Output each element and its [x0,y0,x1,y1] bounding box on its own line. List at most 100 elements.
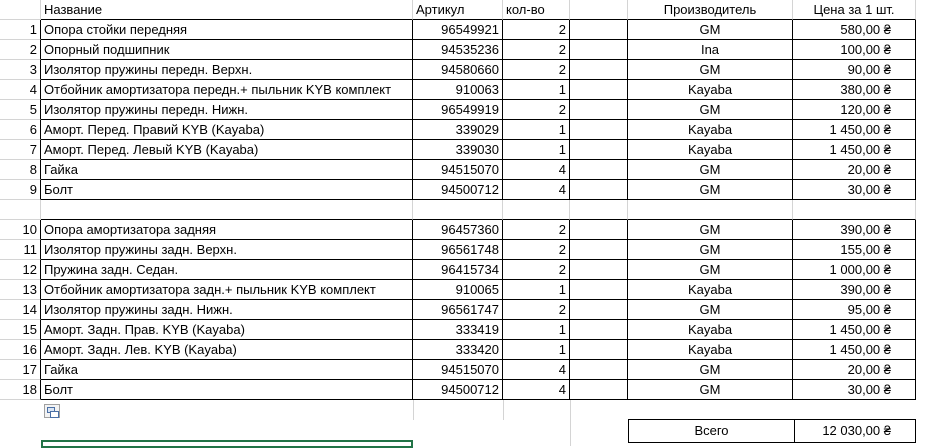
item-price[interactable]: 390,00 ₴ [793,220,916,240]
item-name[interactable]: Изолятор пружины задн. Нижн. [41,300,413,320]
empty-cell[interactable] [41,200,413,220]
item-manufacturer[interactable]: GM [628,380,793,400]
item-article[interactable]: 333420 [413,340,503,360]
empty-cell[interactable] [570,320,628,340]
row-number[interactable]: 11 [0,240,41,260]
item-qty[interactable]: 2 [503,240,570,260]
header-article[interactable]: Артикул [413,0,503,20]
item-article[interactable]: 96561748 [413,240,503,260]
empty-cell[interactable] [570,340,628,360]
item-manufacturer[interactable]: Kayaba [628,80,793,100]
item-qty[interactable]: 1 [503,80,570,100]
empty-cell[interactable] [570,200,628,220]
header-manufacturer[interactable]: Производитель [628,0,793,20]
item-manufacturer[interactable]: Ina [628,40,793,60]
item-name[interactable]: Опорный подшипник [41,40,413,60]
header-price[interactable]: Цена за 1 шт. [793,0,916,20]
item-qty[interactable]: 1 [503,320,570,340]
item-price[interactable]: 1 450,00 ₴ [793,120,916,140]
item-name[interactable]: Пружина задн. Седан. [41,260,413,280]
item-qty[interactable]: 1 [503,340,570,360]
item-article[interactable]: 910065 [413,280,503,300]
empty-cell[interactable] [570,240,628,260]
item-price[interactable]: 1 450,00 ₴ [793,340,916,360]
item-price[interactable]: 30,00 ₴ [793,380,916,400]
item-price[interactable]: 1 450,00 ₴ [793,140,916,160]
item-name[interactable]: Изолятор пружины передн. Нижн. [41,100,413,120]
selected-cell[interactable] [41,440,413,448]
item-article[interactable]: 94515070 [413,160,503,180]
empty-cell[interactable] [413,200,503,220]
item-manufacturer[interactable]: GM [628,60,793,80]
row-number[interactable]: 16 [0,340,41,360]
item-manufacturer[interactable]: Kayaba [628,280,793,300]
header-name[interactable]: Название [41,0,413,20]
item-price[interactable]: 580,00 ₴ [793,20,916,40]
empty-cell[interactable] [570,100,628,120]
item-name[interactable]: Изолятор пружины передн. Верхн. [41,60,413,80]
empty-cell[interactable] [793,200,916,220]
item-qty[interactable]: 1 [503,120,570,140]
item-manufacturer[interactable]: GM [628,360,793,380]
empty-cell[interactable] [570,40,628,60]
item-qty[interactable]: 2 [503,60,570,80]
item-qty[interactable]: 4 [503,380,570,400]
item-qty[interactable]: 2 [503,260,570,280]
empty-cell[interactable] [570,220,628,240]
item-name[interactable]: Гайка [41,360,413,380]
item-manufacturer[interactable]: GM [628,300,793,320]
item-manufacturer[interactable]: Kayaba [628,340,793,360]
item-manufacturer[interactable]: GM [628,240,793,260]
empty-cell[interactable] [570,360,628,380]
empty-cell[interactable] [570,140,628,160]
item-qty[interactable]: 1 [503,280,570,300]
item-price[interactable]: 95,00 ₴ [793,300,916,320]
row-number[interactable]: 12 [0,260,41,280]
row-number[interactable]: 13 [0,280,41,300]
item-article[interactable]: 94580660 [413,60,503,80]
item-article[interactable]: 94500712 [413,380,503,400]
item-price[interactable]: 120,00 ₴ [793,100,916,120]
total-value[interactable]: 12 030,00 ₴ [794,420,915,442]
item-name[interactable]: Аморт. Перед. Левый KYB (Kayaba) [41,140,413,160]
row-number[interactable]: 10 [0,220,41,240]
item-price[interactable]: 100,00 ₴ [793,40,916,60]
item-qty[interactable]: 1 [503,140,570,160]
empty-cell[interactable] [570,260,628,280]
item-price[interactable]: 90,00 ₴ [793,60,916,80]
item-manufacturer[interactable]: GM [628,220,793,240]
row-number[interactable]: 4 [0,80,41,100]
item-price[interactable]: 380,00 ₴ [793,80,916,100]
row-number[interactable]: 18 [0,380,41,400]
item-manufacturer[interactable]: GM [628,260,793,280]
item-name[interactable]: Аморт. Задн. Лев. KYB (Kayaba) [41,340,413,360]
item-qty[interactable]: 4 [503,180,570,200]
item-manufacturer[interactable]: GM [628,100,793,120]
item-name[interactable]: Отбойник амортизатора задн.+ пыльник KYB… [41,280,413,300]
item-name[interactable]: Опора амортизатора задняя [41,220,413,240]
item-qty[interactable]: 4 [503,160,570,180]
empty-cell[interactable] [503,200,570,220]
item-name[interactable]: Изолятор пружины задн. Верхн. [41,240,413,260]
item-qty[interactable]: 2 [503,20,570,40]
item-article[interactable]: 333419 [413,320,503,340]
row-number[interactable]: 3 [0,60,41,80]
total-label[interactable]: Всего [629,420,795,442]
item-price[interactable]: 390,00 ₴ [793,280,916,300]
item-article[interactable]: 94500712 [413,180,503,200]
item-name[interactable]: Опора стойки передняя [41,20,413,40]
item-name[interactable]: Аморт. Перед. Правий KYB (Kayaba) [41,120,413,140]
item-name[interactable]: Гайка [41,160,413,180]
row-number[interactable]: 6 [0,120,41,140]
item-price[interactable]: 155,00 ₴ [793,240,916,260]
item-qty[interactable]: 2 [503,220,570,240]
item-article[interactable]: 910063 [413,80,503,100]
row-number[interactable]: 9 [0,180,41,200]
empty-cell[interactable] [570,60,628,80]
item-manufacturer[interactable]: Kayaba [628,120,793,140]
empty-cell[interactable] [570,120,628,140]
row-number[interactable]: 5 [0,100,41,120]
item-manufacturer[interactable]: Kayaba [628,140,793,160]
empty-cell[interactable] [570,380,628,400]
row-number[interactable]: 15 [0,320,41,340]
